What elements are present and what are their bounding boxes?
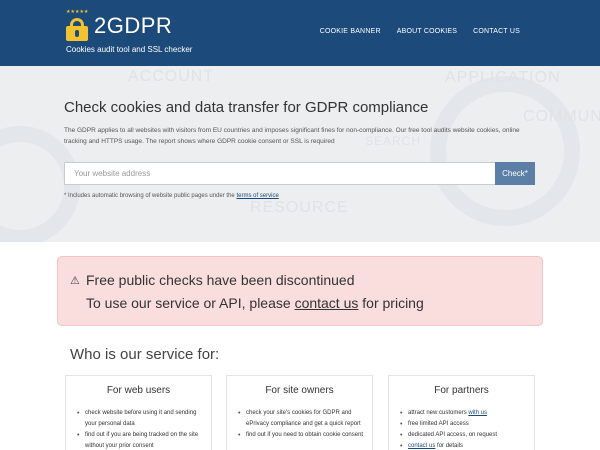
card-partners: For partners attract new customers with …: [388, 375, 535, 450]
card-list: check your site's cookies for GDPR and e…: [227, 408, 372, 441]
search-placeholder: Your website address: [74, 169, 151, 178]
list-item: attract new customers with us: [400, 408, 526, 419]
card-web-users: For web users check website before using…: [65, 375, 212, 450]
brand-name: 2GDPR: [94, 13, 173, 38]
discontinued-alert: ⚠ Free public checks have been discontin…: [57, 256, 543, 326]
website-address-input[interactable]: Your website address: [64, 162, 496, 185]
nav-about-cookies[interactable]: ABOUT COOKIES: [397, 28, 457, 35]
terms-note-text: * Includes automatic browsing of website…: [64, 193, 235, 199]
nav-cookie-banner[interactable]: COOKIE BANNER: [320, 28, 381, 35]
card-title: For partners: [434, 385, 489, 396]
list-item-text: for details: [437, 443, 464, 449]
card-list: attract new customers with us free limit…: [389, 408, 534, 450]
tagline: Cookies audit tool and SSL checker: [66, 45, 193, 54]
list-item: contact us for details: [400, 441, 526, 450]
check-button[interactable]: Check*: [495, 162, 535, 185]
list-item: find out if you need to obtain cookie co…: [238, 430, 364, 441]
card-title: For web users: [106, 385, 171, 396]
terms-note: * Includes automatic browsing of website…: [64, 193, 279, 199]
card-title: For site owners: [265, 385, 334, 396]
alert-message-prefix: To use our service or API, please: [86, 295, 291, 311]
warning-icon: ⚠: [70, 275, 80, 287]
with-us-link[interactable]: with us: [468, 410, 487, 416]
bg-circle: [430, 76, 580, 226]
list-item: free limited API access: [400, 419, 526, 430]
bg-word: APPLICATION: [445, 69, 561, 86]
list-item: check your site's cookies for GDPR and e…: [238, 408, 364, 430]
card-site-owners: For site owners check your site's cookie…: [226, 375, 373, 450]
list-item: check website before using it and sendin…: [77, 408, 203, 430]
card-list: check website before using it and sendin…: [66, 408, 211, 450]
bg-word: ACCOUNT: [128, 68, 215, 85]
alert-message: To use our service or API, please contac…: [86, 295, 424, 311]
alert-message-suffix: for pricing: [362, 295, 424, 311]
contact-us-link[interactable]: contact us: [295, 295, 359, 311]
lock-icon: ★★★★★: [66, 10, 88, 41]
contact-us-link[interactable]: contact us: [408, 443, 435, 449]
alert-headline: Free public checks have been discontinue…: [86, 272, 355, 288]
bg-word: COMMUN: [523, 108, 600, 125]
nav-contact-us[interactable]: CONTACT US: [473, 28, 520, 35]
list-item-text: attract new customers: [408, 410, 467, 416]
logo[interactable]: ★★★★★ 2GDPR: [66, 10, 173, 41]
list-item: find out if you are being tracked on the…: [77, 430, 203, 450]
page-title: Check cookies and data transfer for GDPR…: [64, 99, 429, 116]
main-nav: COOKIE BANNER ABOUT COOKIES CONTACT US: [320, 28, 520, 35]
hero-section: ACCOUNT APPLICATION COMMUN SEARCH RESOUR…: [0, 66, 600, 242]
section-title: Who is our service for:: [70, 346, 220, 363]
site-header: ★★★★★ 2GDPR Cookies audit tool and SSL c…: [0, 0, 600, 66]
bg-word: RESOURCE: [250, 199, 349, 216]
hero-description: The GDPR applies to all websites with vi…: [64, 127, 520, 145]
terms-of-service-link[interactable]: terms of service: [236, 193, 278, 199]
list-item: dedicated API access, on request: [400, 430, 526, 441]
